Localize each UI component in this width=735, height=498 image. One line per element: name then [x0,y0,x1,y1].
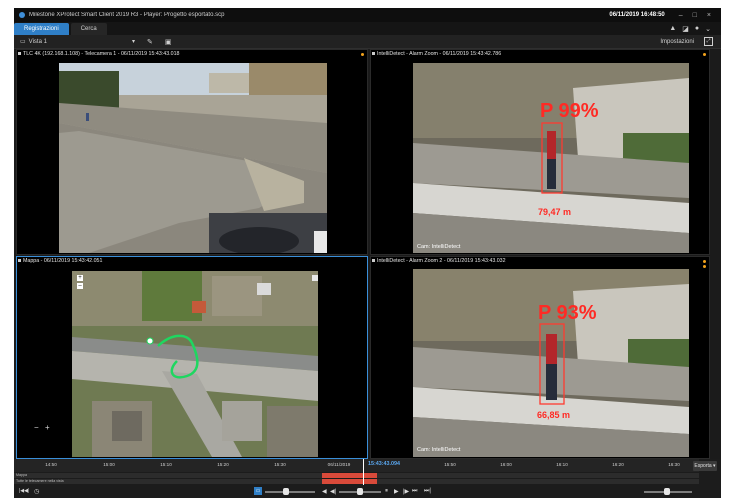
timeline-ruler[interactable]: 14:50 15:00 15:10 15:20 15:30 06/11/2019… [14,459,699,472]
pin-icon[interactable]: ✎ [147,38,153,46]
recording-status-icon [361,53,364,56]
step-back-icon[interactable]: ◀ [322,488,327,495]
pane-menu-icon[interactable] [18,259,21,262]
jog-slider[interactable] [339,488,381,495]
fullscreen-icon[interactable]: ⤢ [704,37,713,46]
timeline-date-label: 06/11/2019 [327,462,351,467]
export-button[interactable]: Esporta ▾ [693,461,717,471]
pause-icon[interactable]: ⏸ [385,488,388,495]
map-zoom-out-button[interactable]: – [77,283,83,289]
track-label: Mappa [16,473,27,477]
pane-title: IntelliDetect - Alarm Zoom 2 - 06/11/201… [371,257,709,266]
pane-title-text: Mappa - 06/11/2019 15:43:42.051 [23,258,103,264]
export-view-icon[interactable]: ▣ [165,38,172,46]
recording-status-icon [703,265,706,268]
detection-distance-label: 66,85 m [537,410,571,420]
smart-client-window: Milestone XProtect Smart Client 2019 R3 … [14,8,721,498]
alarm-zoom-2-video-frame [413,269,689,457]
view-dropdown-chevron-icon[interactable]: ▾ [132,38,135,45]
window-title: Milestone XProtect Smart Client 2019 R3 … [29,12,225,18]
pane-title-text: IntelliDetect - Alarm Zoom 2 - 06/11/201… [377,258,506,264]
map-nav-plus-button[interactable]: + [45,423,50,432]
status-icon[interactable]: ▲ [669,25,676,33]
pane-title-text: TLC 4K (192.168.1.108) - Telecamera 1 - … [23,51,180,57]
timeline-tick: 15:00 [103,462,115,467]
camera-pane-telecamera-1[interactable]: TLC 4K (192.168.1.108) - Telecamera 1 - … [16,49,368,255]
speed-mode-button[interactable]: ▭ [254,487,262,495]
pane-title: TLC 4K (192.168.1.108) - Telecamera 1 - … [17,50,367,59]
timeline-playhead[interactable] [363,459,364,485]
timeline-tick: 16:30 [668,462,680,467]
timeline-tick: 15:20 [217,462,229,467]
pane-title: Mappa - 06/11/2019 15:43:42.051 [17,257,367,266]
maximize-icon[interactable]: □ [693,12,697,19]
view-toolbar: ▭ Vista 1 ▾ ✎ ▣ Impostazioni ⤢ [14,35,721,49]
track-label: Tutte le telecamere nella vista [16,479,64,483]
playback-speed-slider[interactable] [265,488,315,495]
layout-icon[interactable]: ◪ [682,25,689,33]
view-icon: ▭ [20,39,26,45]
minimize-icon[interactable]: – [679,12,683,19]
pane-title: IntelliDetect - Alarm Zoom - 06/11/2019 … [371,50,709,59]
alarm-zoom-pane-2[interactable]: IntelliDetect - Alarm Zoom 2 - 06/11/201… [370,256,710,459]
help-icon[interactable]: ● [695,25,699,33]
chevron-down-icon[interactable]: ⌄ [705,25,711,33]
clock-icon[interactable]: ◷ [34,488,39,495]
timeline-current-time: 15:43:43.094 [367,461,401,467]
playback-timeline: 14:50 15:00 15:10 15:20 15:30 06/11/2019… [14,459,721,498]
timeline-tick: 15:10 [160,462,172,467]
map-nav-minus-button[interactable]: − [34,423,39,432]
timeline-range-icon[interactable]: |◀◀| [19,488,29,494]
view-label: Vista 1 [28,38,47,45]
pane-title-text: IntelliDetect - Alarm Zoom - 06/11/2019 … [377,51,502,57]
app-logo-icon [19,12,25,18]
alarm-zoom-1-video-frame [413,63,689,253]
timeline-track-all-cameras[interactable]: Tutte le telecamere nella vista [14,479,699,484]
timeline-zoom-slider[interactable] [644,488,692,495]
close-icon[interactable]: × [707,12,711,19]
settings-label[interactable]: Impostazioni [660,39,694,45]
jog-knob[interactable] [357,488,363,495]
zoom-knob[interactable] [664,488,670,495]
detection-confidence-label: P 99% [540,100,599,122]
detection-distance-label: 79,47 m [538,207,572,217]
map-pane[interactable]: Mappa - 06/11/2019 15:43:42.051 + – − + [16,256,368,459]
pane-menu-icon[interactable] [372,52,375,55]
timeline-tick: 16:10 [556,462,568,467]
camera-watermark: Cam: IntelliDetect [417,447,461,453]
timeline-tick: 16:20 [612,462,624,467]
timeline-track-mappa[interactable]: Mappa [14,473,699,478]
timeline-tick: 14:50 [45,462,57,467]
pane-menu-icon[interactable] [18,52,21,55]
previous-frame-icon[interactable]: ◀| [330,488,336,495]
recording-segment [322,473,377,478]
alarm-zoom-pane-1[interactable]: IntelliDetect - Alarm Zoom - 06/11/2019 … [370,49,710,255]
camera-watermark: Cam: IntelliDetect [417,244,461,250]
map-zoom-in-button[interactable]: + [77,275,83,281]
skip-end-icon[interactable]: ⏭ [412,488,417,495]
next-frame-icon[interactable]: |▶ [403,488,409,495]
detection-confidence-label: P 93% [538,302,597,324]
mode-bar-icons: ▲ ◪ ● ⌄ [669,25,711,33]
view-selector[interactable]: ▭ Vista 1 [20,38,120,46]
camera-1-video-frame [59,63,327,253]
window-controls: – □ × [679,12,711,19]
recording-status-icon [703,260,706,263]
play-forward-icon[interactable]: ▶ [394,488,399,495]
mode-tab-bar: Registrazioni Cerca ▲ ◪ ● ⌄ [14,22,721,35]
satellite-map [72,271,318,457]
playback-controls: |◀◀| ◷ ▭ ◀ ◀| ⏸ ▶ |▶ ⏭ ⏭| [14,487,721,498]
recording-segment [322,479,377,484]
tab-registrazioni[interactable]: Registrazioni [14,23,69,35]
tab-cerca[interactable]: Cerca [70,23,107,35]
timeline-tick: 15:30 [274,462,286,467]
timeline-tick: 16:00 [500,462,512,467]
title-bar: Milestone XProtect Smart Client 2019 R3 … [14,8,721,22]
slider-knob[interactable] [283,488,289,495]
pane-menu-icon[interactable] [372,259,375,262]
timeline-tick: 15:50 [444,462,456,467]
recording-status-icon [703,53,706,56]
last-sequence-icon[interactable]: ⏭| [424,488,431,495]
window-clock: 06/11/2019 16:48:50 [609,12,665,18]
